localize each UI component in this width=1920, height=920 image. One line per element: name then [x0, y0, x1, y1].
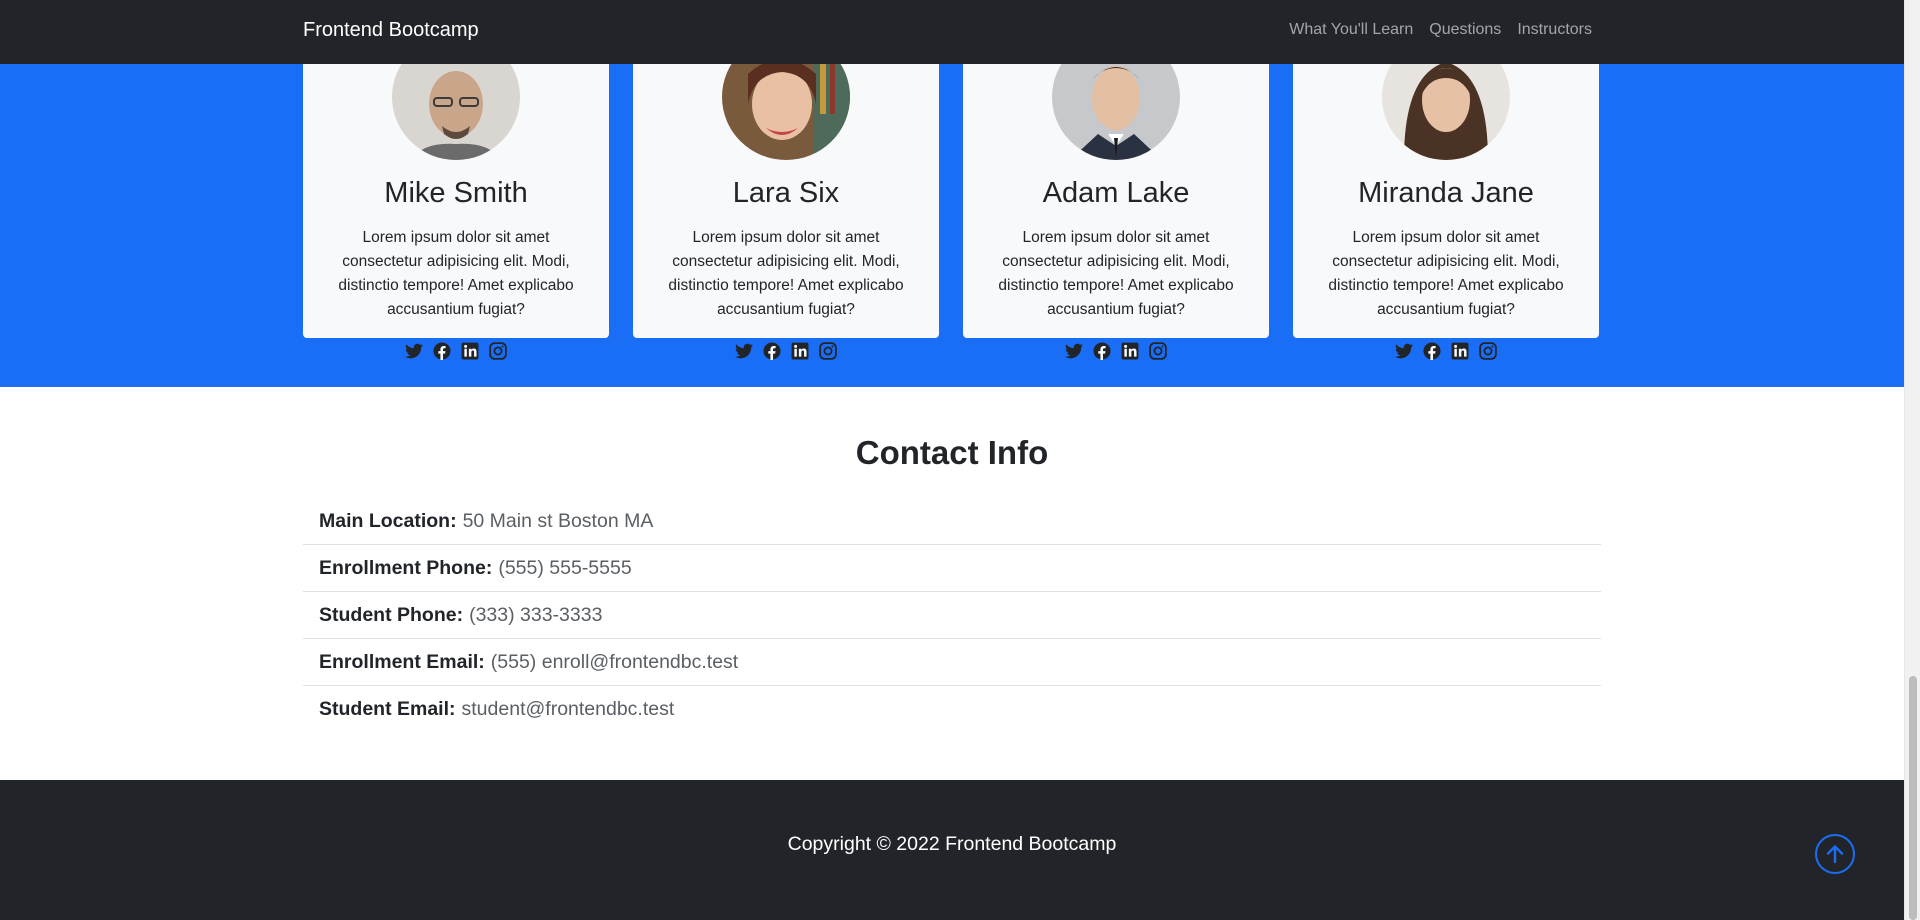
instructor-card: Adam Lake Lorem ipsum dolor sit amet con… — [963, 34, 1269, 360]
contact-value: 50 Main st Boston MA — [462, 509, 654, 532]
instagram-icon[interactable] — [1149, 342, 1167, 360]
contact-value: (555) enroll@frontendbc.test — [490, 650, 739, 673]
nav-link-instructors[interactable]: Instructors — [1517, 21, 1592, 39]
contact-list: Main Location: 50 Main st Boston MA Enro… — [303, 498, 1601, 733]
instructor-bio: Lorem ipsum dolor sit amet consectetur a… — [998, 229, 1234, 318]
page: Mike Smith Lorem ipsum dolor sit amet co… — [0, 0, 1904, 920]
contact-item-student-phone: Student Phone: (333) 333-3333 — [303, 592, 1601, 639]
contact-value: student@frontendbc.test — [461, 698, 675, 720]
linkedin-icon[interactable] — [791, 342, 809, 360]
vertical-scrollbar[interactable] — [1904, 0, 1920, 920]
navbar: Frontend Bootcamp What You'll Learn Ques… — [0, 0, 1904, 64]
contact-item-student-email: Student Email: student@frontendbc.test — [303, 686, 1601, 733]
contact-item-enrollment-email: Enrollment Email: (555) enroll@frontendb… — [303, 639, 1601, 686]
twitter-icon[interactable] — [1395, 342, 1413, 360]
contact-label: Enrollment Phone: — [319, 556, 493, 579]
facebook-icon[interactable] — [433, 342, 451, 360]
instructor-name: Lara Six — [732, 177, 840, 209]
instagram-icon[interactable] — [819, 342, 837, 360]
contact-label: Enrollment Email: — [319, 650, 485, 673]
contact-item-enrollment-phone: Enrollment Phone: (555) 555-5555 — [303, 545, 1601, 592]
social-links — [1293, 342, 1599, 360]
contact-value: (333) 333-3333 — [469, 603, 603, 626]
nav-link-what-youll-learn[interactable]: What You'll Learn — [1289, 21, 1413, 39]
scrollbar-thumb[interactable] — [1909, 676, 1917, 920]
linkedin-icon[interactable] — [1451, 342, 1469, 360]
linkedin-icon[interactable] — [461, 342, 479, 360]
facebook-icon[interactable] — [1093, 342, 1111, 360]
nav-links: What You'll Learn Questions Instructors — [1289, 21, 1592, 39]
instructor-name: Miranda Jane — [1358, 177, 1534, 209]
instructor-bio: Lorem ipsum dolor sit amet consectetur a… — [338, 229, 574, 318]
social-links — [963, 342, 1269, 360]
instructor-card: Mike Smith Lorem ipsum dolor sit amet co… — [303, 34, 609, 360]
instructor-name: Adam Lake — [1042, 177, 1190, 209]
footer: Copyright © 2022 Frontend Bootcamp — [0, 780, 1904, 920]
instructor-name: Mike Smith — [384, 177, 528, 209]
twitter-icon[interactable] — [1065, 342, 1083, 360]
contact-item-main-location: Main Location: 50 Main st Boston MA — [303, 498, 1601, 545]
facebook-icon[interactable] — [763, 342, 781, 360]
twitter-icon[interactable] — [735, 342, 753, 360]
nav-link-questions[interactable]: Questions — [1429, 21, 1501, 39]
arrow-up-circle-icon — [1826, 845, 1844, 864]
instructor-bio: Lorem ipsum dolor sit amet consectetur a… — [1328, 229, 1564, 318]
linkedin-icon[interactable] — [1121, 342, 1139, 360]
contact-label: Student Email: — [319, 698, 456, 720]
instructor-card: Lara Six Lorem ipsum dolor sit amet cons… — [633, 34, 939, 360]
instructor-card: Miranda Jane Lorem ipsum dolor sit amet … — [1293, 34, 1599, 360]
facebook-icon[interactable] — [1423, 342, 1441, 360]
instagram-icon[interactable] — [489, 342, 507, 360]
instructor-bio: Lorem ipsum dolor sit amet consectetur a… — [668, 229, 904, 318]
contact-label: Main Location: — [319, 509, 457, 532]
copyright-text: Copyright © 2022 Frontend Bootcamp — [787, 833, 1117, 855]
twitter-icon[interactable] — [405, 342, 423, 360]
scroll-to-top-button[interactable] — [1815, 834, 1855, 874]
contact-title: Contact Info — [855, 434, 1049, 471]
instagram-icon[interactable] — [1479, 342, 1497, 360]
social-links — [303, 342, 609, 360]
contact-label: Student Phone: — [319, 603, 464, 626]
brand-link[interactable]: Frontend Bootcamp — [303, 19, 479, 42]
social-links — [633, 342, 939, 360]
contact-value: (555) 555-5555 — [498, 556, 632, 579]
